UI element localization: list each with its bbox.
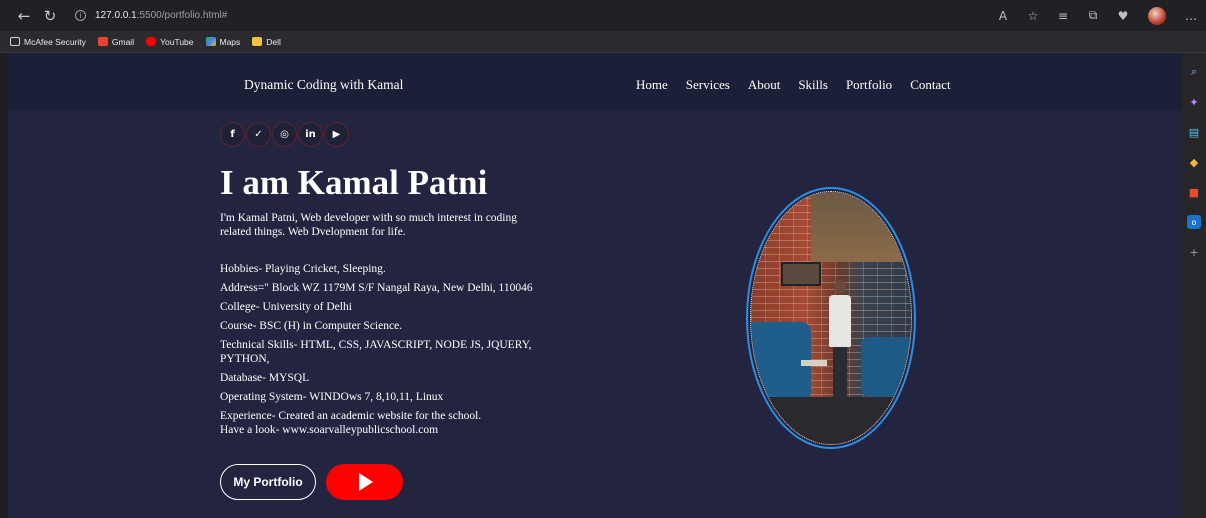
twitter-icon[interactable]: ✓ [246,122,271,147]
read-aloud-icon[interactable]: A [991,9,1015,23]
detail-operating-system: Operating System- WINDOws 7, 8,10,11, Li… [220,391,444,403]
bookmark-gmail[interactable]: Gmail [97,36,135,47]
site-info-icon[interactable]: i [75,10,86,21]
add-icon[interactable]: + [1187,245,1201,259]
edge-sidebar: ⌕ ✦ ▤ ◆ ■ o + [1182,53,1206,518]
linkedin-icon[interactable]: in [298,122,323,147]
add-favorite-icon[interactable]: ☆ [1021,9,1045,23]
person-head [834,280,846,294]
office-icon[interactable]: ■ [1187,185,1201,199]
youtube-icon [146,37,157,46]
bookmark-label: YouTube [160,36,194,47]
folder-icon [252,37,263,46]
copilot-icon[interactable]: ✦ [1187,95,1201,109]
bookmark-youtube[interactable]: YouTube [146,36,194,47]
play-icon [359,473,373,491]
table [801,360,827,366]
menu-item-about[interactable]: About [748,77,781,93]
profile-avatar[interactable] [1148,6,1166,25]
detail-address: Address=" Block WZ 1179M S/F Nangal Raya… [220,282,533,294]
site-navbar: Dynamic Coding with Kamal Home Services … [8,53,1182,111]
detail-college: College- University of Delhi [220,301,352,313]
person-legs [833,347,847,417]
person-jacket [829,295,851,347]
hero-title: I am Kamal Patni [220,163,488,202]
bookmark-label: McAfee Security [24,36,86,47]
web-page: Dynamic Coding with Kamal Home Services … [8,53,1182,518]
facebook-icon[interactable]: f [220,122,245,147]
bookmark-label: Gmail [111,36,135,47]
browser-toolbar: ← ↻ i 127.0.0.1 :5500/portfolio.html# A … [0,0,1206,31]
my-portfolio-button[interactable]: My Portfolio [220,464,316,500]
bookmarks-bar: McAfee Security Gmail YouTube Maps Dell [0,31,1206,53]
play-video-button[interactable] [326,464,403,500]
url-path: :5500/portfolio.html# [136,10,228,21]
menu-item-contact[interactable]: Contact [910,77,950,93]
profile-photo [750,191,912,445]
page-icon [10,37,20,46]
bookmark-maps[interactable]: Maps [205,36,241,47]
favorites-icon[interactable]: ≡ [1051,9,1075,23]
youtube-icon[interactable]: ▶ [324,122,349,147]
bookmark-label: Maps [219,36,241,47]
shopping-icon[interactable]: ▤ [1187,125,1201,139]
search-icon[interactable]: ⌕ [1187,65,1201,79]
maps-icon [205,37,216,46]
site-brand[interactable]: Dynamic Coding with Kamal [244,77,403,93]
collections-icon[interactable]: ⧉ [1081,8,1105,23]
back-icon[interactable]: ← [11,3,37,29]
social-links: f ✓ ◎ in ▶ [220,122,350,147]
outlook-icon[interactable]: o [1187,215,1201,229]
gmail-icon [97,37,108,46]
detail-technical-skills: Technical Skills- HTML, CSS, JAVASCRIPT,… [220,339,532,365]
profile-photo-frame [746,187,916,449]
site-menu: Home Services About Skills Portfolio Con… [636,77,969,93]
wall-frames [781,262,821,286]
more-menu-icon[interactable]: … [1179,9,1203,23]
hero-intro: I'm Kamal Patni, Web developer with so m… [220,212,517,238]
ceiling-panel [811,192,911,262]
detail-hobbies: Hobbies- Playing Cricket, Sleeping. [220,263,386,275]
person-figure [829,280,851,420]
detail-course: Course- BSC (H) in Computer Science. [220,320,403,332]
menu-item-skills[interactable]: Skills [798,77,828,93]
bookmark-dell[interactable]: Dell [252,37,281,47]
tools-icon[interactable]: ◆ [1187,155,1201,169]
address-bar[interactable]: i 127.0.0.1 :5500/portfolio.html# [75,10,227,21]
url-host: 127.0.0.1 [95,10,137,21]
menu-item-portfolio[interactable]: Portfolio [846,77,892,93]
detail-experience: Experience- Created an academic website … [220,410,482,422]
detail-database: Database- MYSQL [220,372,310,384]
refresh-icon[interactable]: ↻ [37,3,63,29]
browser-essentials-icon[interactable]: ♥ [1111,9,1135,23]
bookmark-label: Dell [266,36,281,47]
detail-website-link[interactable]: Have a look- www.soarvalleypublicschool.… [220,423,550,437]
blue-sofa-right [861,337,911,397]
bookmark-mcafee[interactable]: McAfee Security [10,37,86,47]
menu-item-home[interactable]: Home [636,77,668,93]
instagram-icon[interactable]: ◎ [272,122,297,147]
hero-details: Hobbies- Playing Cricket, Sleeping. Addr… [220,262,550,442]
menu-item-services[interactable]: Services [686,77,730,93]
